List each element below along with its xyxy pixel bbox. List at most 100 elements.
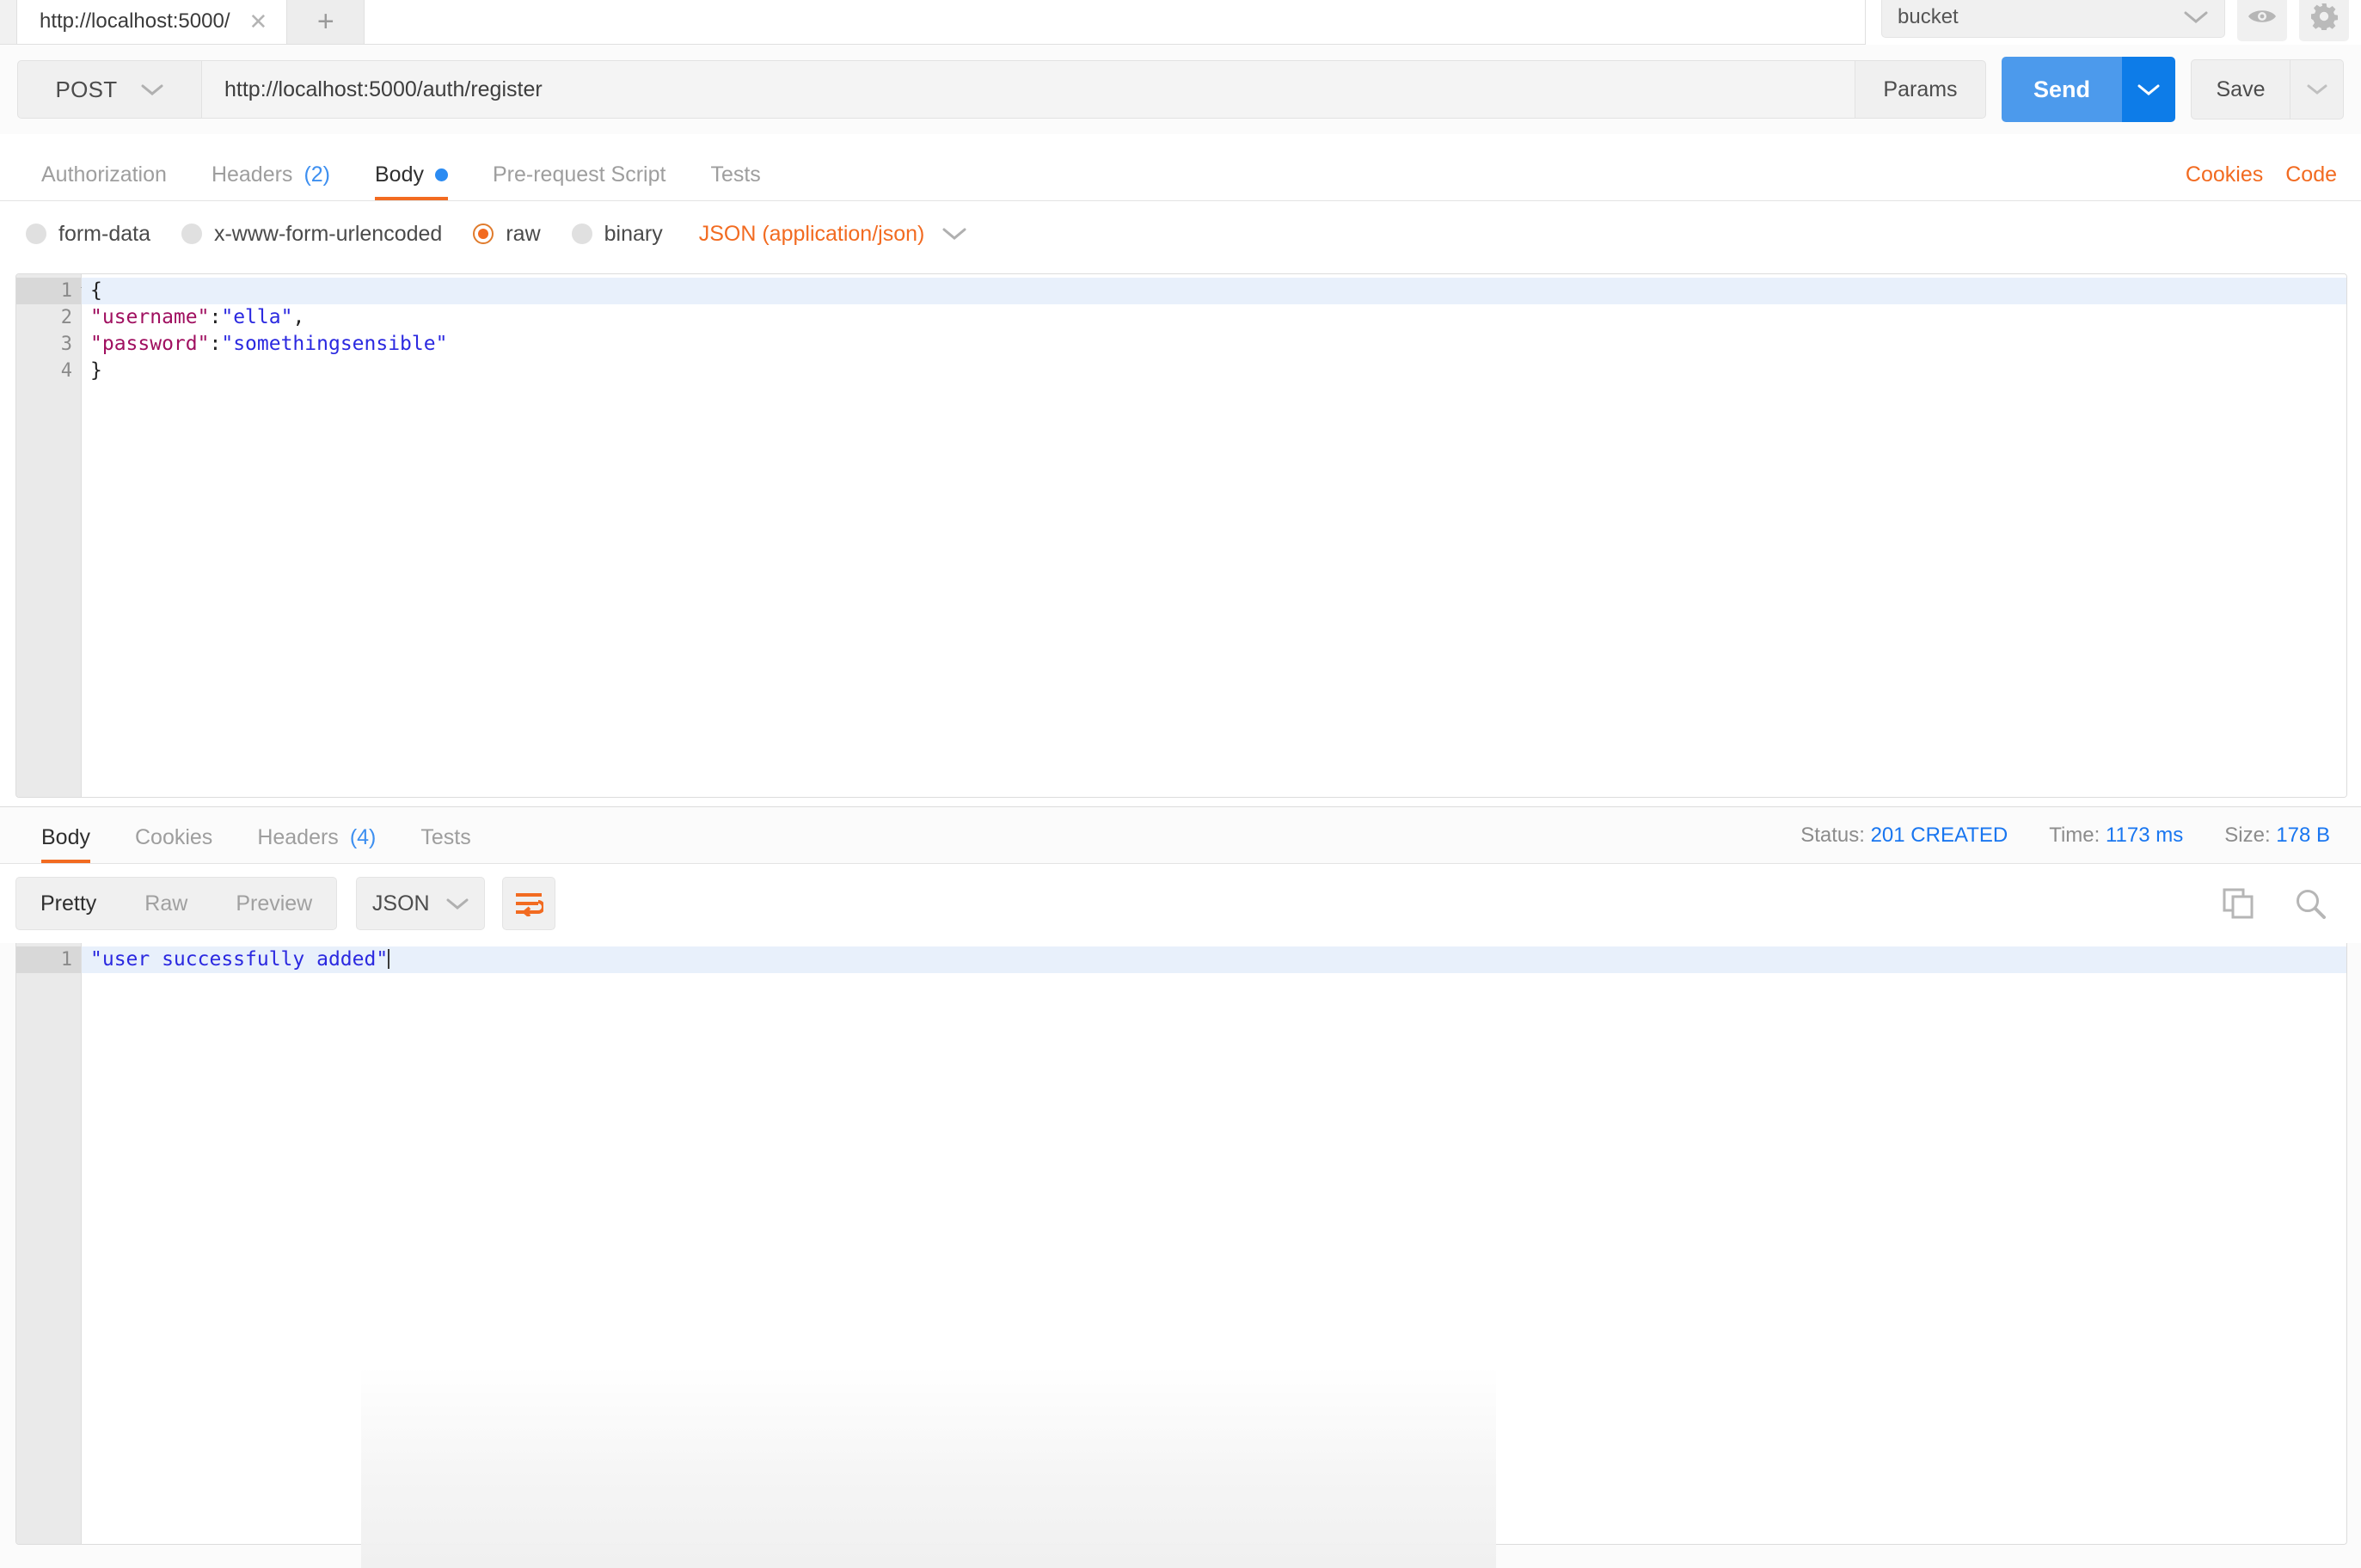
tab-authorization[interactable]: Authorization xyxy=(19,148,189,201)
body-type-binary[interactable]: binary xyxy=(571,221,663,247)
save-options-button[interactable] xyxy=(2290,59,2344,119)
text-cursor xyxy=(388,949,390,969)
radio-icon xyxy=(26,224,46,244)
body-type-urlencoded-label: x-www-form-urlencoded xyxy=(213,221,443,246)
response-view-preview[interactable]: Preview xyxy=(212,878,336,929)
response-view-raw[interactable]: Raw xyxy=(120,878,212,929)
tab-headers-count: (2) xyxy=(304,162,330,187)
body-type-form-data-label: form-data xyxy=(58,221,150,246)
search-glyph xyxy=(2297,890,2326,919)
request-url-row: POST Params Send Save xyxy=(0,45,2361,134)
response-view-pretty[interactable]: Pretty xyxy=(16,878,120,929)
word-wrap-glyph xyxy=(516,893,544,916)
code-line[interactable]: } xyxy=(82,358,2346,384)
chevron-down-icon xyxy=(2184,11,2208,23)
body-type-row: form-data x-www-form-urlencoded raw bina… xyxy=(0,206,2361,261)
response-panel: Body Cookies Headers (4) Tests Status: 2… xyxy=(0,807,2361,1568)
tab-tests[interactable]: Tests xyxy=(688,148,782,201)
chevron-down-icon xyxy=(942,228,966,240)
params-button[interactable]: Params xyxy=(1855,60,1986,119)
code-token-punct: , xyxy=(292,306,305,328)
tab-pre-request-script[interactable]: Pre-request Script xyxy=(470,148,688,201)
tab-body[interactable]: Body xyxy=(353,148,470,201)
gear-icon[interactable] xyxy=(2299,0,2349,41)
chevron-down-icon xyxy=(2137,84,2160,95)
tab-headers[interactable]: Headers (2) xyxy=(189,148,353,201)
environment-select-label: bucket xyxy=(1898,5,1959,28)
chevron-down-icon xyxy=(141,84,163,95)
response-tab-tests[interactable]: Tests xyxy=(398,811,493,864)
status-metric: Status: 201 CREATED xyxy=(1800,824,2008,848)
line-number: 1 xyxy=(16,278,93,304)
size-label: Size: xyxy=(2224,824,2271,847)
gear-glyph xyxy=(2311,3,2338,30)
code-token-punct: { xyxy=(90,279,102,302)
line-number: 3 xyxy=(60,334,72,355)
response-section-tabs: Body Cookies Headers (4) Tests Status: 2… xyxy=(0,807,2361,864)
response-tab-headers-count: (4) xyxy=(349,824,377,849)
code-line[interactable]: "password":"somethingsensible" xyxy=(82,331,2346,358)
send-button[interactable]: Send xyxy=(2002,57,2122,122)
save-button[interactable]: Save xyxy=(2191,59,2290,119)
tab-tests-label: Tests xyxy=(710,162,761,187)
response-body-toolbar: Pretty Raw Preview JSON xyxy=(0,864,2361,943)
request-tabs-divider xyxy=(0,200,2361,201)
body-type-form-data[interactable]: form-data xyxy=(26,222,150,247)
code-token-str: "ella" xyxy=(221,306,293,328)
radio-icon-selected xyxy=(473,224,494,244)
code-token-punct: } xyxy=(90,359,102,382)
response-tab-headers[interactable]: Headers (4) xyxy=(235,811,398,864)
response-tab-cookies[interactable]: Cookies xyxy=(113,811,235,864)
request-tabs-actions: Cookies Code xyxy=(2186,148,2337,201)
body-type-raw-label: raw xyxy=(506,221,541,246)
radio-icon xyxy=(181,224,202,244)
close-icon[interactable]: ✕ xyxy=(248,10,267,33)
response-tab-body-label: Body xyxy=(41,824,90,849)
send-button-group: Send xyxy=(2002,57,2175,122)
response-body-editor[interactable]: 1 "user successfully added" xyxy=(15,943,2347,1545)
status-badge[interactable]: 201 CREATED xyxy=(1871,824,2008,847)
line-number: 4 xyxy=(60,360,72,382)
size-value[interactable]: 178 B xyxy=(2276,824,2330,847)
cookies-link[interactable]: Cookies xyxy=(2186,162,2263,187)
code-link[interactable]: Code xyxy=(2285,162,2337,187)
body-modified-dot-icon xyxy=(434,168,448,181)
search-icon[interactable] xyxy=(2285,879,2335,928)
http-method-select[interactable]: POST xyxy=(17,60,202,119)
copy-icon[interactable] xyxy=(2213,879,2263,928)
tab-body-label: Body xyxy=(375,162,424,187)
body-mime-type-label: JSON (application/json) xyxy=(698,221,925,246)
code-line[interactable]: { xyxy=(82,278,2346,304)
response-tab-headers-label: Headers xyxy=(257,824,339,849)
body-type-urlencoded[interactable]: x-www-form-urlencoded xyxy=(181,222,442,247)
request-body-editor[interactable]: 1 2 3 4 {"username":"ella", "password":"some… xyxy=(15,273,2347,798)
response-tab-body[interactable]: Body xyxy=(19,811,113,864)
time-metric: Time: 1173 ms xyxy=(2049,824,2183,848)
environment-select[interactable]: bucket xyxy=(1881,0,2225,38)
time-value[interactable]: 1173 ms xyxy=(2106,824,2183,847)
eye-icon[interactable] xyxy=(2237,0,2287,41)
request-url-input[interactable] xyxy=(224,77,1832,102)
plus-icon[interactable]: + xyxy=(287,0,365,44)
body-type-binary-label: binary xyxy=(604,221,663,246)
send-options-button[interactable] xyxy=(2122,57,2175,122)
tab-headers-label: Headers xyxy=(211,162,293,187)
request-body-code-area[interactable]: {"username":"ella", "password":"something… xyxy=(82,274,2346,797)
line-number: 2 xyxy=(60,307,72,328)
response-body-code-area[interactable]: "user successfully added" xyxy=(82,943,2346,1544)
tab-pre-request-script-label: Pre-request Script xyxy=(492,162,666,187)
code-token-punct: : xyxy=(209,333,222,355)
code-line[interactable]: "user successfully added" xyxy=(82,946,2346,973)
time-label: Time: xyxy=(2049,824,2100,847)
response-format-label: JSON xyxy=(371,891,430,916)
word-wrap-icon[interactable] xyxy=(502,877,556,930)
response-body-gutter: 1 xyxy=(16,943,82,1544)
body-mime-type-select[interactable]: JSON (application/json) xyxy=(699,222,968,247)
tab-authorization-label: Authorization xyxy=(41,162,167,187)
body-type-raw[interactable]: raw xyxy=(473,221,541,247)
tab-bar-left-stub xyxy=(0,0,17,44)
request-tab[interactable]: http://localhost:5000/ ✕ xyxy=(17,0,288,44)
code-line[interactable]: "username":"ella", xyxy=(82,304,2346,331)
response-format-select[interactable]: JSON xyxy=(356,877,486,930)
request-url-box[interactable] xyxy=(202,60,1855,119)
